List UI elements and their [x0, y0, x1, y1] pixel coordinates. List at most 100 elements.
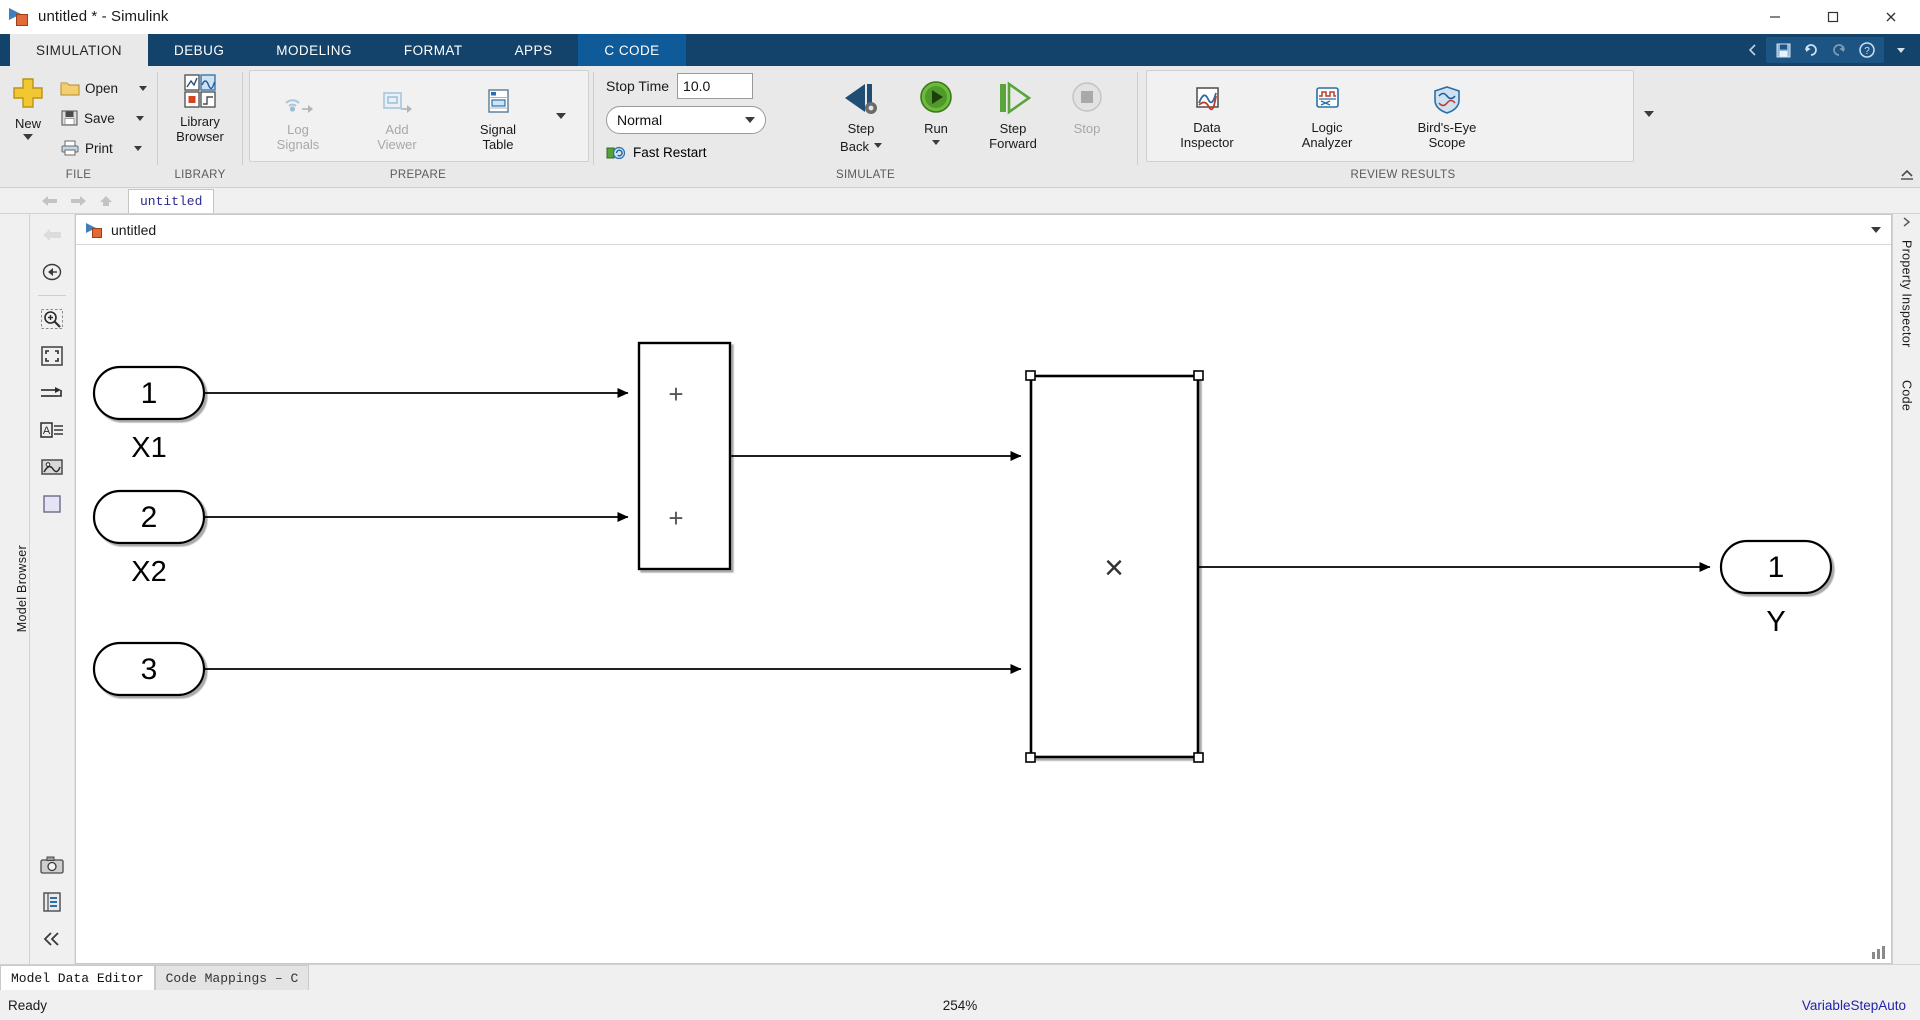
tab-simulation[interactable]: SIMULATION: [10, 34, 149, 66]
quick-access-toolbar: ?: [1740, 34, 1920, 66]
model-canvas[interactable]: untitled 1 X1 2 X2 3 + + × 1 Y: [75, 214, 1892, 964]
model-browser-rail[interactable]: Model Browser: [0, 214, 30, 964]
breadcrumb-tab-untitled[interactable]: untitled: [128, 188, 215, 213]
prepare-expand-icon[interactable]: [556, 113, 566, 119]
block-sum[interactable]: + +: [637, 341, 732, 571]
canvas-resize-grip[interactable]: [1872, 946, 1885, 959]
simulation-mode-dropdown[interactable]: Normal: [606, 106, 766, 134]
fit-to-view-icon[interactable]: [36, 341, 68, 371]
status-solver[interactable]: VariableStepAuto: [1802, 998, 1920, 1013]
property-inspector-tab[interactable]: Property Inspector: [1900, 230, 1914, 358]
data-inspector-button[interactable]: Data Inspector: [1147, 71, 1267, 150]
redo-icon[interactable]: [1826, 38, 1852, 62]
log-signals-label-line1: Log: [287, 122, 309, 137]
zoom-in-region-icon[interactable]: [36, 304, 68, 334]
ribbon-group-prepare: Log Signals Add Viewer Signal Table PREP…: [243, 66, 593, 188]
back-to-parent-icon[interactable]: [36, 257, 68, 287]
print-button[interactable]: Print: [56, 133, 151, 163]
quick-access-collapse-icon[interactable]: [1740, 38, 1766, 62]
run-icon: [915, 78, 957, 118]
code-tab[interactable]: Code: [1900, 370, 1914, 421]
tab-modeling[interactable]: MODELING: [250, 34, 378, 66]
status-zoom-level[interactable]: 254%: [943, 998, 978, 1013]
ribbon-collapse-icon[interactable]: [1899, 167, 1915, 181]
ribbon-group-simulate: Stop Time Normal: [594, 66, 1137, 188]
signal-routing-icon[interactable]: [36, 378, 68, 408]
birds-eye-scope-label-line2: Scope: [1428, 135, 1466, 150]
tab-debug-label: DEBUG: [174, 42, 225, 58]
tab-model-data-editor-label: Model Data Editor: [11, 970, 144, 986]
step-back-button[interactable]: Step Back: [821, 76, 901, 154]
block-inport-x2[interactable]: 2 X2: [92, 489, 206, 588]
step-back-caret-icon[interactable]: [873, 142, 882, 148]
tab-format[interactable]: FORMAT: [378, 34, 489, 66]
add-viewer-button[interactable]: Add Viewer: [346, 71, 448, 152]
help-icon[interactable]: ?: [1854, 38, 1880, 62]
forward-arrow-icon[interactable]: [64, 190, 92, 212]
annotation-icon[interactable]: A: [36, 415, 68, 445]
tab-format-label: FORMAT: [403, 42, 463, 58]
simulation-mode-caret-icon: [745, 117, 755, 123]
block-outport-y[interactable]: 1 Y: [1719, 539, 1833, 638]
step-forward-icon: [991, 78, 1035, 118]
navigate-up-icon[interactable]: [36, 220, 68, 250]
add-viewer-label-line2: Viewer: [377, 137, 417, 152]
data-inspector-icon: [1188, 83, 1226, 117]
ribbon-group-simulate-label: SIMULATE: [835, 169, 896, 181]
right-rail-collapse-icon[interactable]: [1893, 214, 1920, 230]
open-button[interactable]: Open: [56, 73, 151, 103]
library-browser-button[interactable]: Library Browser: [170, 71, 230, 144]
block-product[interactable]: ×: [1025, 370, 1204, 763]
area-icon[interactable]: [36, 489, 68, 519]
log-signals-button[interactable]: Log Signals: [250, 71, 346, 152]
svg-text:?: ?: [1864, 46, 1870, 57]
new-button[interactable]: New: [0, 71, 56, 140]
birds-eye-scope-button[interactable]: Bird's-Eye Scope: [1387, 71, 1507, 150]
block-inport-x2-port: 2: [141, 501, 158, 534]
stop-label: Stop: [1073, 121, 1101, 136]
new-caret-icon[interactable]: [23, 134, 33, 140]
review-results-expand-icon[interactable]: [1644, 111, 1654, 117]
block-diagram[interactable]: 1 X1 2 X2 3 + + × 1 Y: [76, 245, 1891, 963]
collapse-rail-icon[interactable]: [36, 924, 68, 954]
save-caret-icon[interactable]: [135, 115, 144, 121]
tab-apps[interactable]: APPS: [489, 34, 579, 66]
image-annotation-icon[interactable]: [36, 452, 68, 482]
tab-model-data-editor[interactable]: Model Data Editor: [0, 965, 155, 990]
back-arrow-icon[interactable]: [36, 190, 64, 212]
save-button[interactable]: Save: [56, 103, 151, 133]
logic-analyzer-button[interactable]: Logic Analyzer: [1267, 71, 1387, 150]
undo-icon[interactable]: [1798, 38, 1824, 62]
run-caret-icon[interactable]: [932, 140, 940, 145]
tab-debug[interactable]: DEBUG: [148, 34, 250, 66]
step-forward-button[interactable]: Step Forward: [971, 76, 1055, 151]
open-caret-icon[interactable]: [139, 85, 148, 91]
screenshot-icon[interactable]: [36, 850, 68, 880]
run-button[interactable]: Run: [901, 76, 971, 145]
close-button[interactable]: [1862, 0, 1920, 34]
maximize-button[interactable]: [1804, 0, 1862, 34]
breadcrumb-label: untitled: [140, 193, 203, 209]
notebook-icon[interactable]: [36, 887, 68, 917]
print-caret-icon[interactable]: [133, 145, 142, 151]
step-forward-label-line2: Forward: [989, 136, 1037, 151]
tab-code-mappings-c[interactable]: Code Mappings – C: [154, 965, 310, 990]
block-inport-x1-port: 1: [141, 377, 158, 410]
block-inport-x3[interactable]: 3: [92, 641, 206, 697]
up-arrow-icon[interactable]: [92, 190, 120, 212]
print-button-label: Print: [85, 140, 113, 156]
block-inport-x1[interactable]: 1 X1: [92, 365, 206, 464]
main-area: Model Browser A untitled 1 X1 2 X2 3 + +…: [0, 214, 1920, 964]
signal-table-button[interactable]: Signal Table: [448, 71, 548, 152]
quick-access-more-icon[interactable]: [1888, 38, 1914, 62]
tab-c-code[interactable]: C CODE: [578, 34, 686, 66]
stop-button[interactable]: Stop: [1055, 76, 1119, 136]
add-viewer-icon: [377, 85, 417, 119]
stop-time-input[interactable]: [677, 73, 754, 99]
stop-icon: [1066, 78, 1108, 118]
tab-modeling-label: MODELING: [276, 42, 352, 58]
minimize-button[interactable]: [1746, 0, 1804, 34]
model-header-caret-icon[interactable]: [1871, 226, 1881, 233]
save-icon[interactable]: [1770, 38, 1796, 62]
fast-restart-toggle[interactable]: Fast Restart: [606, 140, 821, 164]
